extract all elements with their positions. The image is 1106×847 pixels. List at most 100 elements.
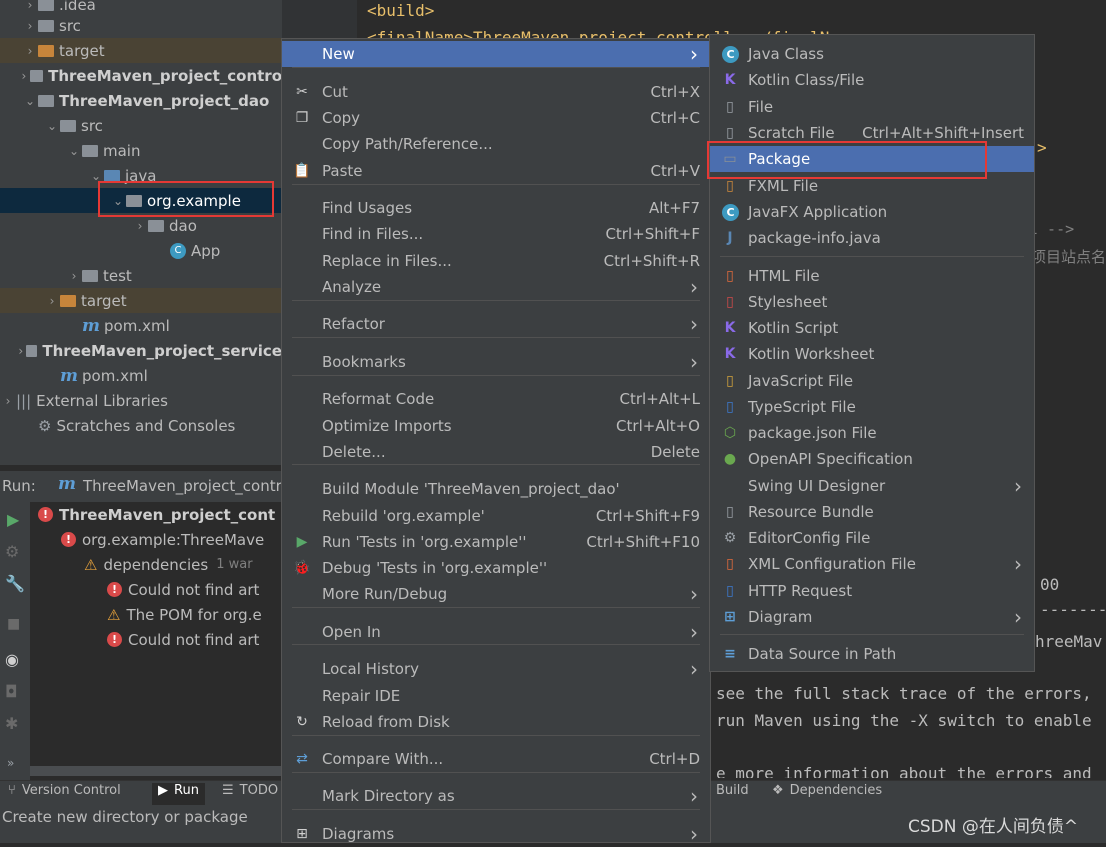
submenu-item-http-request[interactable]: ▯ HTTP Request [710, 578, 1034, 604]
tree-item-src[interactable]: ⌄ src [0, 113, 282, 138]
submenu-item-editorconfig-file[interactable]: ⚙ EditorConfig File [710, 525, 1034, 551]
horizontal-scrollbar[interactable] [30, 766, 282, 776]
menu-item-paste[interactable]: 📋 Paste Ctrl+V [282, 158, 710, 184]
menu-item-more-run-debug[interactable]: More Run/Debug › [282, 581, 710, 607]
submenu-item-typescript-file[interactable]: ▯ TypeScript File [710, 394, 1034, 420]
menu-item-mark-directory-as[interactable]: Mark Directory as › [282, 783, 710, 809]
tree-item-pom-xml[interactable]: m pom.xml [0, 313, 282, 338]
chevron-icon[interactable]: › [22, 0, 38, 12]
submenu-item-html-file[interactable]: ▯ HTML File [710, 263, 1034, 289]
menu-item-repair-ide[interactable]: Repair IDE [282, 683, 710, 709]
chevron-icon[interactable]: › [66, 269, 82, 283]
tree-item-src[interactable]: › src [0, 13, 282, 38]
settings-icon[interactable]: ✱ [5, 714, 18, 733]
run-tree-item[interactable]: ! Could not find art [30, 577, 282, 602]
tree-item-app[interactable]: C App [0, 238, 282, 263]
menu-item-compare-with[interactable]: ⇄ Compare With... Ctrl+D [282, 746, 710, 772]
menu-item-diagrams[interactable]: ⊞ Diagrams › [282, 821, 710, 847]
submenu-item-stylesheet[interactable]: ▯ Stylesheet [710, 289, 1034, 315]
menu-item-delete[interactable]: Delete... Delete [282, 439, 710, 465]
tab-run[interactable]: ▶ Run [152, 783, 205, 805]
tree-item-target[interactable]: › target [0, 288, 282, 313]
menu-item-copy[interactable]: ❐ Copy Ctrl+C [282, 105, 710, 131]
menu-item-open-in[interactable]: Open In › [282, 619, 710, 645]
menu-item-new[interactable]: New › [282, 41, 710, 67]
chevron-icon[interactable]: › [44, 294, 60, 308]
chevron-right-icon: › [690, 42, 698, 66]
tree-item-pom-xml[interactable]: m pom.xml [0, 363, 282, 388]
menu-item-refactor[interactable]: Refactor › [282, 311, 710, 337]
tab-version-control[interactable]: ⑂ Version Control [8, 783, 121, 798]
menu-item-replace-in-files[interactable]: Replace in Files... Ctrl+Shift+R [282, 248, 710, 274]
chevron-icon[interactable]: › [22, 44, 38, 58]
submenu-item-kotlin-class-file[interactable]: K Kotlin Class/File [710, 67, 1034, 93]
run-tree-item[interactable]: ! Could not find art [30, 627, 282, 652]
menu-item-reload-from-disk[interactable]: ↻ Reload from Disk [282, 709, 710, 735]
submenu-item-resource-bundle[interactable]: ▯ Resource Bundle [710, 499, 1034, 525]
tab-build[interactable]: Build [716, 783, 749, 798]
submenu-item-java-class[interactable]: C Java Class [710, 41, 1034, 67]
menu-item-analyze[interactable]: Analyze › [282, 274, 710, 300]
submenu-item-package-info-java[interactable]: Jpackage-info.java [710, 225, 1034, 251]
submenu-item-label: Java Class [748, 45, 824, 63]
run-tree-item[interactable]: ⚠ The POM for org.e [30, 602, 282, 627]
menu-item-debug-tests-in-org-example[interactable]: 🐞 Debug 'Tests in 'org.example'' [282, 555, 710, 581]
more-icon[interactable]: » [7, 756, 14, 770]
chevron-icon[interactable]: ⌄ [44, 119, 60, 133]
menu-separator [292, 809, 700, 810]
chevron-icon[interactable]: › [15, 344, 26, 358]
submenu-item-diagram[interactable]: ⊞ Diagram › [710, 604, 1034, 630]
chevron-icon[interactable]: › [22, 19, 38, 33]
submenu-item-openapi-specification[interactable]: ● OpenAPI Specification [710, 446, 1034, 472]
run-config-tab[interactable]: ThreeMaven_project_contr [83, 477, 282, 495]
submenu-item-package-json-file[interactable]: ⬡ package.json File [710, 420, 1034, 446]
project-tree[interactable]: › .idea › src › target › ThreeMaven_project_con… [0, 0, 282, 465]
tree-item-external-libraries[interactable]: › ||| External Libraries [0, 388, 282, 413]
submenu-item-file[interactable]: ▯ File [710, 94, 1034, 120]
menu-item-local-history[interactable]: Local History › [282, 656, 710, 682]
tab-todo[interactable]: ☰ TODO [222, 783, 278, 798]
menu-item-find-in-files[interactable]: Find in Files... Ctrl+Shift+F [282, 221, 710, 247]
submenu-item-xml-configuration-file[interactable]: ▯ XML Configuration File › [710, 551, 1034, 577]
stop-icon[interactable]: ■ [7, 616, 20, 632]
menu-item-find-usages[interactable]: Find Usages Alt+F7 [282, 195, 710, 221]
chevron-icon[interactable]: › [0, 394, 16, 408]
submenu-item-data-source-in-path[interactable]: ≡ Data Source in Path [710, 641, 1034, 667]
run-tree-item[interactable]: ! ThreeMaven_project_cont [30, 502, 282, 527]
javascript-file-icon: ▯ [726, 373, 734, 389]
eye-icon[interactable]: ◉ [5, 650, 19, 669]
chevron-icon[interactable]: ⌄ [22, 94, 38, 108]
menu-item-reformat-code[interactable]: Reformat Code Ctrl+Alt+L [282, 386, 710, 412]
debug-icon[interactable]: ⚙ [5, 542, 19, 561]
submenu-item-swing-ui-designer[interactable]: Swing UI Designer › [710, 473, 1034, 499]
run-tree-item[interactable]: ! org.example:ThreeMave [30, 527, 282, 552]
shortcut-label: Delete [650, 443, 700, 461]
chevron-icon[interactable]: ⌄ [66, 144, 82, 158]
menu-item-optimize-imports[interactable]: Optimize Imports Ctrl+Alt+O [282, 413, 710, 439]
menu-item-run-tests-in-org-example[interactable]: ▶ Run 'Tests in 'org.example'' Ctrl+Shift+… [282, 529, 710, 555]
run-tree-item[interactable]: ⚠ dependencies 1 war [30, 552, 282, 577]
menu-item-rebuild-org-example[interactable]: Rebuild 'org.example' Ctrl+Shift+F9 [282, 503, 710, 529]
submenu-item-javafx-application[interactable]: C JavaFX Application [710, 199, 1034, 225]
submenu-item-javascript-file[interactable]: ▯ JavaScript File [710, 368, 1034, 394]
chevron-icon[interactable]: › [18, 69, 31, 83]
menu-item-cut[interactable]: ✂ Cut Ctrl+X [282, 79, 710, 105]
tree-item-threemaven-project-dao[interactable]: ⌄ ThreeMaven_project_dao [0, 88, 282, 113]
run-tree[interactable]: ! ThreeMaven_project_cont! org.example:Thr… [30, 502, 282, 780]
camera-icon[interactable]: ◘ [5, 682, 18, 701]
tree-item-test[interactable]: › test [0, 263, 282, 288]
tree-item-threemaven-project-service[interactable]: › ThreeMaven_project_service [0, 338, 282, 363]
submenu-item-kotlin-worksheet[interactable]: K Kotlin Worksheet [710, 341, 1034, 367]
tree-item-target[interactable]: › target [0, 38, 282, 63]
menu-item-copy-path-reference[interactable]: Copy Path/Reference... [282, 131, 710, 157]
tab-dependencies[interactable]: ❖ Dependencies [772, 783, 882, 798]
menu-item-bookmarks[interactable]: Bookmarks › [282, 349, 710, 375]
tree-item-scratches-and-consoles[interactable]: ⚙ Scratches and Consoles [0, 413, 282, 438]
menu-item-build-module-threemaven-project-dao[interactable]: Build Module 'ThreeMaven_project_dao' [282, 476, 710, 502]
rerun-icon[interactable]: ▶ [7, 510, 19, 529]
submenu-item-kotlin-script[interactable]: K Kotlin Script [710, 315, 1034, 341]
tree-item-threemaven-project-contro[interactable]: › ThreeMaven_project_contro [0, 63, 282, 88]
chevron-icon[interactable]: › [132, 219, 148, 233]
tree-item-main[interactable]: ⌄ main [0, 138, 282, 163]
wrench-icon[interactable]: 🔧 [5, 574, 25, 593]
